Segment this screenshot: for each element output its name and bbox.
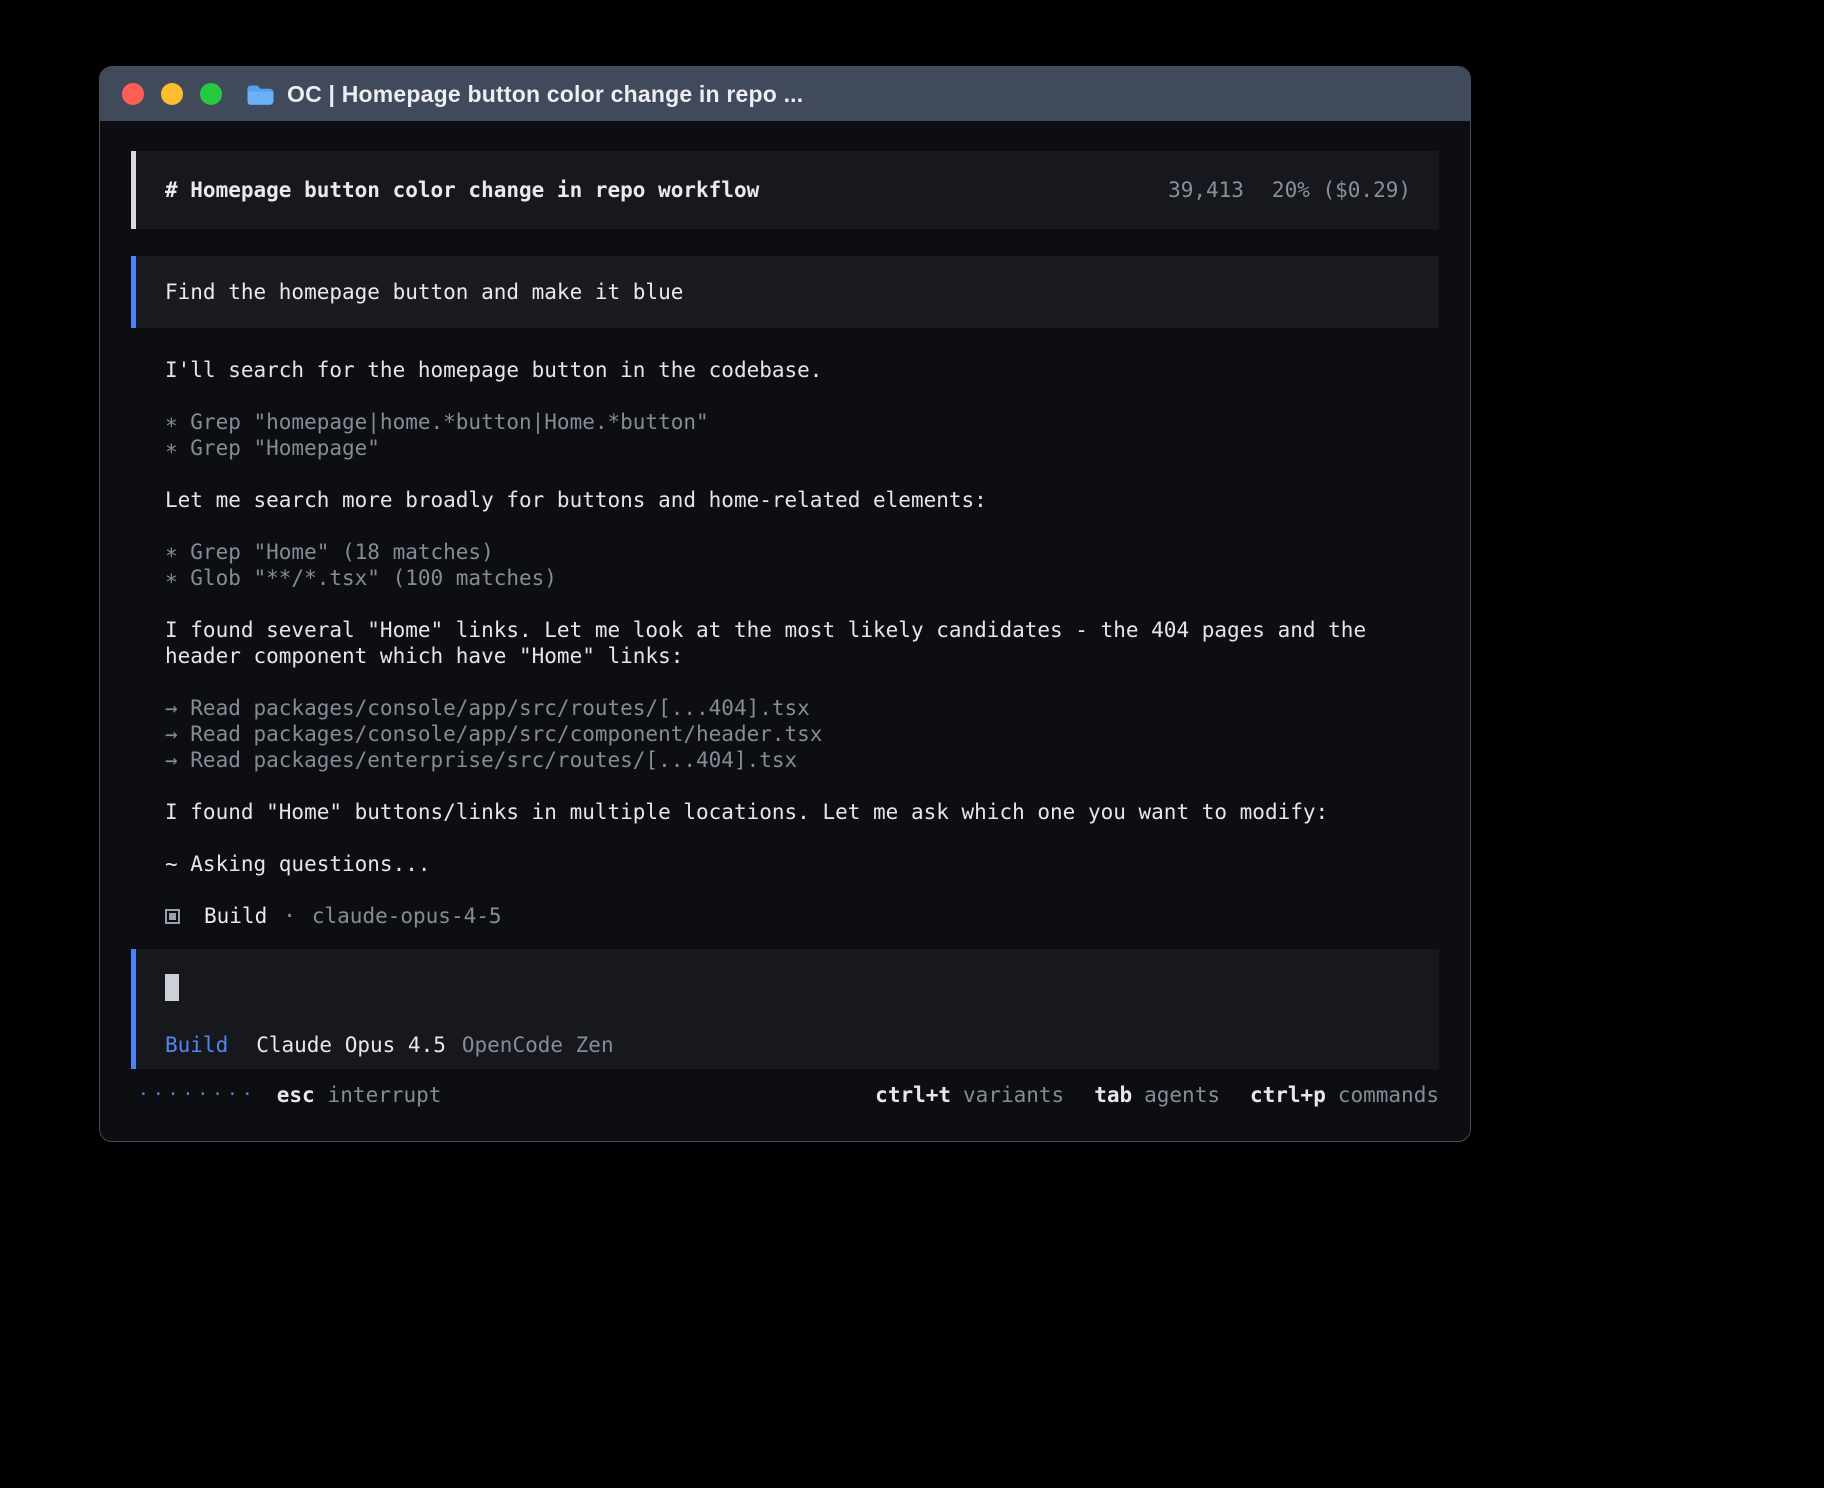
activity-status: ~ Asking questions... [165,851,1439,877]
session-header: # Homepage button color change in repo w… [131,151,1439,229]
statusbar-left: ········ esc interrupt [138,1081,441,1109]
agent-status-line: Build · claude-opus-4-5 [165,903,1439,929]
context-usage: 20% ($0.29) [1272,178,1411,202]
tool-call-read-1: → Read packages/console/app/src/routes/[… [165,695,1439,721]
variants-label: variants [963,1081,1064,1109]
transcript: I'll search for the homepage button in t… [131,328,1439,929]
tool-call-grep-1: ∗ Grep "homepage|home.*button|Home.*butt… [165,409,1439,435]
assistant-text-3: I found several "Home" links. Let me loo… [165,617,1439,669]
text-cursor [165,974,179,1001]
tool-call-glob-1: ∗ Glob "**/*.tsx" (100 matches) [165,565,1439,591]
assistant-text-1: I'll search for the homepage button in t… [165,357,1439,383]
input-footer: Build Claude Opus 4.5 OpenCode Zen [165,1032,1410,1058]
session-stats: 39,413 20% ($0.29) [1168,178,1411,202]
esc-label: interrupt [328,1081,442,1109]
tool-call-grep-3: ∗ Grep "Home" (18 matches) [165,539,1439,565]
user-message-text: Find the homepage button and make it blu… [165,280,683,304]
tool-call-group-3: → Read packages/console/app/src/routes/[… [165,695,1439,773]
prompt-input[interactable]: Build Claude Opus 4.5 OpenCode Zen [131,949,1439,1069]
model-label: Claude Opus 4.5 [256,1032,446,1058]
tool-call-read-2: → Read packages/console/app/src/componen… [165,721,1439,747]
statusbar: ········ esc interrupt ctrl+t variants t… [131,1081,1439,1109]
agent-square-indicator-icon [165,909,180,924]
agent-model: claude-opus-4-5 [312,903,502,929]
shortcut-commands: ctrl+p commands [1250,1081,1439,1109]
commands-key: ctrl+p [1250,1081,1326,1109]
folder-icon [246,83,274,106]
assistant-text-4: I found "Home" buttons/links in multiple… [165,799,1439,825]
agent-mode-label: Build [165,1032,228,1058]
commands-label: commands [1338,1081,1439,1109]
tool-call-read-3: → Read packages/enterprise/src/routes/[.… [165,747,1439,773]
tool-call-group-1: ∗ Grep "homepage|home.*button|Home.*butt… [165,409,1439,461]
agent-name: Build [204,903,267,929]
zoom-button[interactable] [200,83,222,105]
variants-key: ctrl+t [875,1081,951,1109]
window-title: OC | Homepage button color change in rep… [287,81,803,108]
tool-call-grep-2: ∗ Grep "Homepage" [165,435,1439,461]
close-button[interactable] [122,83,144,105]
agents-key: tab [1094,1081,1132,1109]
shortcut-agents: tab agents [1094,1081,1220,1109]
provider-label: OpenCode Zen [462,1032,614,1058]
token-count: 39,413 [1168,178,1244,202]
statusbar-shortcuts: ctrl+t variants tab agents ctrl+p comman… [875,1081,1439,1109]
minimize-button[interactable] [161,83,183,105]
agents-label: agents [1144,1081,1220,1109]
terminal-content: # Homepage button color change in repo w… [100,121,1470,1141]
terminal-window: OC | Homepage button color change in rep… [99,66,1471,1142]
user-message: Find the homepage button and make it blu… [131,256,1439,328]
spinner-dots-icon: ········ [138,1081,257,1109]
esc-key: esc [277,1081,315,1109]
titlebar[interactable]: OC | Homepage button color change in rep… [100,67,1470,121]
traffic-lights [122,83,222,105]
agent-separator: · [283,903,296,929]
shortcut-variants: ctrl+t variants [875,1081,1064,1109]
session-title: # Homepage button color change in repo w… [165,178,759,202]
assistant-text-2: Let me search more broadly for buttons a… [165,487,1439,513]
tool-call-group-2: ∗ Grep "Home" (18 matches) ∗ Glob "**/*.… [165,539,1439,591]
